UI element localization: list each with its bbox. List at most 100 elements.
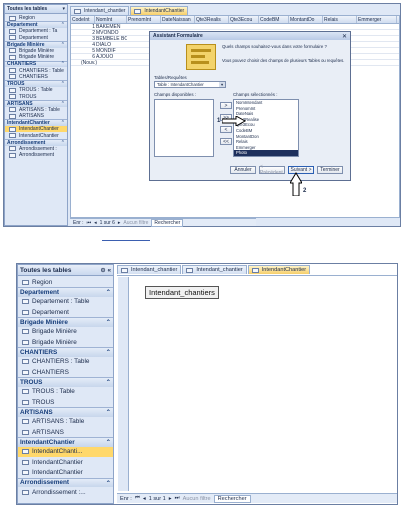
column-header[interactable]: MontantDo — [289, 16, 323, 23]
cancel-button[interactable]: Annuler — [230, 166, 256, 174]
chevron-down-icon[interactable]: ▾ — [62, 6, 65, 12]
chevron-up-icon[interactable]: ⌃ — [106, 318, 111, 326]
nav-group-header[interactable]: TROUS ⌃ — [18, 377, 113, 387]
nav-group-header[interactable]: CHANTIERS ⌃ — [18, 347, 113, 357]
filter-status[interactable]: Aucun filtre — [183, 496, 211, 502]
chevron-up-icon[interactable]: ⌃ — [106, 479, 111, 487]
column-header[interactable]: Emmerger — [357, 16, 397, 23]
record-position[interactable]: 1 sur 6 — [100, 220, 115, 226]
nav-item[interactable]: IntendantChanti... — [18, 446, 113, 457]
nav-item[interactable]: ARTISANS : Table — [5, 107, 67, 113]
nav-group-header[interactable]: CHANTIERS ⌃ — [5, 60, 67, 67]
first-record-button[interactable]: ⏮ — [135, 495, 140, 502]
record-position[interactable]: 1 sur 1 — [149, 496, 166, 502]
nav-item[interactable]: ARTISANS : Table — [18, 417, 113, 427]
chevron-up-icon[interactable]: ⌃ — [106, 408, 111, 416]
nav-item[interactable]: IntendantChantier — [18, 457, 113, 467]
nav-item[interactable]: TROUS : Table — [18, 387, 113, 397]
nav-item[interactable]: Arrondissement — [5, 152, 67, 158]
form-record-selector[interactable] — [118, 277, 129, 491]
move-field-button[interactable]: < — [220, 126, 232, 133]
next-record-button[interactable]: ▸ — [169, 496, 172, 502]
chevron-up-icon[interactable]: ⌃ — [61, 120, 65, 126]
nav-group-header[interactable]: IntendantChantier ⌃ — [18, 437, 113, 447]
tab-intendant-chantier[interactable]: Intendant_chantier — [70, 6, 130, 15]
chevron-up-icon[interactable]: ⌃ — [61, 140, 65, 146]
tab-intendantchantier[interactable]: IntendantChantier — [247, 265, 311, 274]
finish-button[interactable]: Terminer — [317, 166, 343, 174]
next-record-button[interactable]: ▸ — [118, 220, 121, 226]
filter-status[interactable]: Aucun filtre — [123, 220, 148, 226]
nav-group-header[interactable]: Arrondissement ⌃ — [18, 477, 113, 487]
nav-group-header[interactable]: Arrondissement ⌃ — [5, 138, 67, 146]
nav-item-label: CHANTIERS — [19, 73, 48, 80]
nav-item[interactable]: Departement : Table — [18, 297, 113, 307]
nav-group-header[interactable]: Brigade Minière ⌃ — [18, 317, 113, 327]
nav-group-header[interactable]: IntendantChantier ⌃ — [5, 119, 67, 126]
nav-item-label: CHANTIERS : Table — [32, 358, 90, 366]
nav-item[interactable]: ARTISANS — [18, 427, 113, 437]
nav-item[interactable]: CHANTIERS — [18, 367, 113, 377]
nav-item[interactable]: Brigade Minière — [18, 327, 113, 337]
nav-item[interactable]: Brigade Minière — [18, 337, 113, 347]
nav-item[interactable]: IntendantChantier — [5, 132, 67, 139]
column-header[interactable]: PrenomInt — [127, 16, 161, 23]
chevron-up-icon[interactable]: ⌃ — [61, 81, 65, 87]
column-header[interactable]: Relais — [323, 16, 357, 23]
tab-intendant-chantier-1[interactable]: Intendant_chantier — [117, 265, 182, 274]
tab-intendantchantier[interactable]: IntendantChantier — [130, 6, 189, 15]
close-icon[interactable]: ✕ — [342, 33, 347, 40]
nav-item[interactable]: Departement — [18, 307, 113, 317]
nav-item[interactable]: IntendantChantier — [18, 467, 113, 477]
chevron-down-icon[interactable]: ▾ — [219, 82, 225, 87]
nav-item[interactable]: CHANTIERS : Table — [18, 357, 113, 367]
move-field-button[interactable]: > — [220, 102, 232, 109]
chevron-up-icon[interactable]: ⌃ — [61, 42, 65, 48]
prev-record-button[interactable]: ◂ — [143, 496, 146, 502]
last-record-button[interactable]: ⏭ — [175, 495, 180, 502]
selected-field-item[interactable]: Photo — [234, 150, 298, 156]
column-header[interactable]: CodeBM — [259, 16, 289, 23]
nav-item[interactable]: Arrondissement :... — [18, 487, 113, 497]
available-fields-list[interactable] — [154, 99, 214, 157]
nav-pane-header[interactable]: Toutes les tables ▾ — [5, 5, 67, 14]
column-header[interactable]: Qte3Ecou — [229, 16, 259, 23]
nav-group-header[interactable]: ARTISANS ⌃ — [5, 99, 67, 107]
tables-select[interactable]: Table : IntendantChantier ▾ — [154, 81, 226, 88]
search-box[interactable]: Rechercher — [213, 494, 251, 503]
nav-item[interactable]: CHANTIERS : Table — [5, 67, 67, 74]
nav-pane-header[interactable]: Toutes les tables ⊙ « — [18, 265, 113, 276]
nav-group-header[interactable]: Brigade Minière ⌃ — [5, 40, 67, 48]
chevron-down-icon[interactable]: ⊙ « — [100, 266, 111, 274]
column-header[interactable]: DateNaissan — [161, 16, 195, 23]
chevron-up-icon[interactable]: ⌃ — [106, 288, 111, 296]
chevron-up-icon[interactable]: ⌃ — [61, 101, 65, 107]
selected-fields-list[interactable]: NomIntendant PrenomInt DateNais Qte3Realise… — [233, 99, 299, 157]
tab-intendant-chantier-2[interactable]: Intendant_chantier — [182, 265, 247, 274]
chevron-up-icon[interactable]: ⌃ — [106, 378, 111, 386]
chevron-up-icon[interactable]: ⌃ — [106, 348, 111, 356]
nav-group-header[interactable]: Departement ⌃ — [18, 287, 113, 297]
column-header[interactable]: Qte3Realis — [195, 16, 229, 23]
column-header[interactable]: CodeInt — [71, 16, 95, 23]
prev-record-button[interactable]: ◂ — [94, 220, 97, 226]
nav-group-header[interactable]: ARTISANS ⌃ — [18, 407, 113, 417]
nav-group-header[interactable]: TROUS ⌃ — [5, 80, 67, 87]
nav-group-header[interactable]: Departement ⌃ — [5, 21, 67, 28]
chevron-up-icon[interactable]: ⌃ — [106, 438, 111, 446]
nav-item[interactable]: IntendantChantier — [5, 126, 67, 133]
separator-line — [102, 240, 150, 241]
first-record-button[interactable]: ⏮ — [87, 220, 92, 226]
table-icon — [9, 107, 16, 113]
table-cell[interactable]: AJOUO — [95, 54, 127, 60]
previous-button[interactable]: < Précédent — [259, 164, 285, 176]
table-icon — [9, 28, 16, 34]
nav-item-label: TROUS — [32, 398, 55, 406]
nav-item[interactable]: Region — [18, 277, 113, 287]
search-box[interactable]: Rechercher — [151, 218, 184, 227]
nav-item-label: IntendantChantier — [19, 132, 59, 139]
column-header[interactable]: NomInt — [95, 16, 127, 23]
nav-item[interactable]: TROUS — [18, 397, 113, 407]
move-field-button[interactable]: << — [220, 138, 232, 145]
chevron-up-icon[interactable]: ⌃ — [61, 22, 65, 28]
